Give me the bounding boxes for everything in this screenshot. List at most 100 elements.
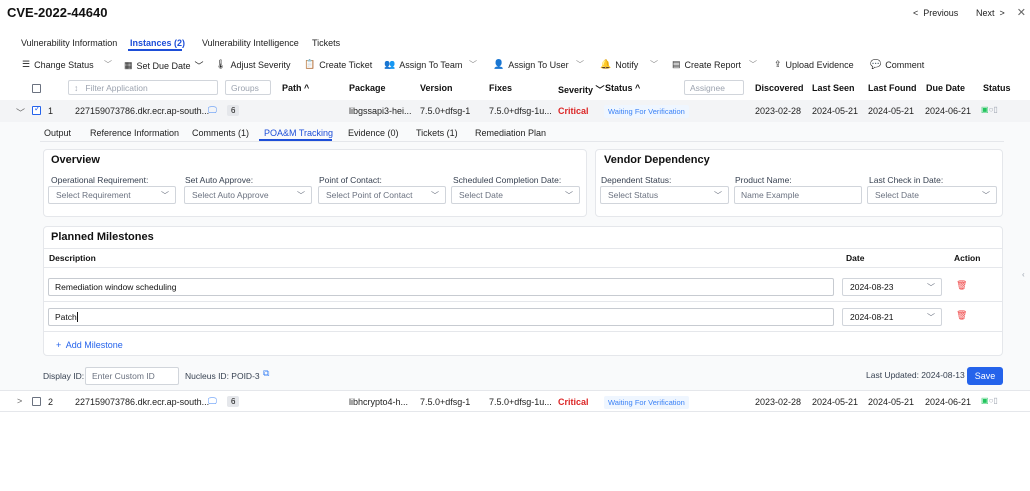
previous-button[interactable]: < Previous — [913, 8, 958, 18]
active-tab-indicator — [128, 49, 182, 51]
assign-user-button[interactable]: 👤 Assign To User — [493, 59, 569, 70]
chevron-down-icon[interactable]: ﹀ — [469, 59, 477, 70]
close-icon[interactable]: ✕ — [1017, 6, 1026, 19]
assignee-filter-input[interactable]: Assignee — [684, 80, 744, 95]
subtab-divider — [40, 141, 1004, 142]
row-due-date: 2024-06-21 — [925, 397, 972, 407]
completion-date-label: Scheduled Completion Date: — [453, 175, 562, 185]
filter-application-input[interactable]: ↕ Filter Application — [68, 80, 218, 95]
package-header[interactable]: Package — [349, 83, 386, 93]
trash-icon[interactable]: 🗑 — [956, 310, 967, 321]
chevron-down-icon[interactable]: ﹀ — [650, 59, 658, 70]
groups-filter-input[interactable]: Groups — [225, 80, 271, 95]
tab-instances[interactable]: Instances (2) — [130, 38, 185, 48]
milestone-date-select[interactable]: 2024-08-23 ﹀ — [842, 278, 942, 296]
severity-header[interactable]: Severity ﹀ — [558, 83, 605, 96]
milestone-row-divider — [44, 331, 1002, 332]
collapse-chevron-icon[interactable]: ﹀ — [16, 106, 25, 119]
subtab-output[interactable]: Output — [44, 128, 71, 138]
row-due-date: 2024-06-21 — [925, 106, 972, 116]
comment-button[interactable]: 💬 Comment — [870, 59, 924, 70]
status-indicator-icons[interactable]: ▣○▯ — [981, 396, 998, 405]
save-button[interactable]: Save — [967, 367, 1003, 385]
tab-vulnerability-intelligence[interactable]: Vulnerability Intelligence — [202, 38, 299, 48]
row-checkbox[interactable]: ✓ — [32, 104, 41, 115]
completion-date-select[interactable]: Select Date ﹀ — [451, 186, 580, 204]
auto-approve-select[interactable]: Select Auto Approve ﹀ — [184, 186, 312, 204]
row-fixes: 7.5.0+dfsg-1u... — [489, 397, 552, 407]
product-name-input[interactable]: Name Example — [734, 186, 862, 204]
create-report-button[interactable]: ▤ Create Report — [672, 59, 741, 70]
milestone-date-select[interactable]: 2024-08-21 ﹀ — [842, 308, 942, 326]
product-name-label: Product Name: — [735, 175, 792, 185]
sort-icon: ↕ — [74, 83, 79, 93]
operational-requirement-select[interactable]: Select Requirement ﹀ — [48, 186, 176, 204]
severity-critical: Critical — [558, 106, 589, 116]
subtab-reference-information[interactable]: Reference Information — [90, 128, 179, 138]
status-icons-header[interactable]: Status — [983, 83, 1011, 93]
subtab-poam-tracking[interactable]: POA&M Tracking — [264, 128, 333, 138]
milestones-header-divider — [44, 267, 1002, 268]
copy-icon[interactable]: ⧉ — [263, 368, 269, 379]
last-updated: Last Updated: 2024-08-13 — [866, 370, 965, 380]
row-index: 2 — [48, 397, 54, 407]
milestone-description-input[interactable]: Remediation window scheduling — [48, 278, 834, 296]
upload-evidence-button[interactable]: ⇪ Upload Evidence — [774, 59, 854, 70]
subtab-remediation-plan[interactable]: Remediation Plan — [475, 128, 546, 138]
next-button[interactable]: Next > — [976, 8, 1005, 18]
milestone-row-divider — [44, 301, 1002, 302]
subtab-evidence[interactable]: Evidence (0) — [348, 128, 399, 138]
tab-vulnerability-information[interactable]: Vulnerability Information — [21, 38, 117, 48]
select-all-checkbox[interactable] — [32, 84, 41, 93]
path-header[interactable]: Path ^ — [282, 83, 309, 93]
discovered-header[interactable]: Discovered — [755, 83, 804, 93]
text-cursor — [76, 312, 78, 322]
row-application[interactable]: 227159073786.dkr.ecr.ap-south... — [75, 106, 209, 116]
add-milestone-button[interactable]: + Add Milestone — [56, 340, 123, 350]
version-header[interactable]: Version — [420, 83, 453, 93]
chevron-down-icon: ﹀ — [431, 191, 439, 200]
chevron-down-icon: ﹀ — [982, 191, 990, 200]
groups-count[interactable]: 6 — [227, 105, 240, 116]
row-version: 7.5.0+dfsg-1 — [420, 106, 471, 116]
row-checkbox[interactable] — [32, 397, 41, 406]
trash-icon[interactable]: 🗑 — [956, 280, 967, 291]
set-due-date-button[interactable]: ▦ Set Due Date ﹀ — [124, 59, 204, 72]
chevron-down-icon: ﹀ — [595, 85, 605, 95]
milestone-description-input[interactable]: Patch — [48, 308, 834, 326]
subtab-comments[interactable]: Comments (1) — [192, 128, 249, 138]
chevron-down-icon[interactable]: ﹀ — [104, 59, 112, 70]
chevron-down-icon: ﹀ — [194, 61, 204, 71]
chevron-down-icon[interactable]: ﹀ — [749, 59, 757, 70]
dependent-status-select[interactable]: Select Status ﹀ — [600, 186, 729, 204]
row-application[interactable]: 227159073786.dkr.ecr.ap-south... — [75, 397, 209, 407]
subtab-tickets[interactable]: Tickets (1) — [416, 128, 458, 138]
chevron-left-icon: < — [913, 8, 919, 18]
chevron-right-icon: > — [999, 8, 1005, 18]
status-indicator-icons[interactable]: ▣○▯ — [981, 105, 998, 114]
due-date-header[interactable]: Due Date — [926, 83, 965, 93]
row-package: libgssapi3-hei... — [349, 106, 412, 116]
status-badge[interactable]: Waiting For Verification — [604, 396, 689, 409]
last-found-header[interactable]: Last Found — [868, 83, 917, 93]
change-status-button[interactable]: ☰ Change Status — [22, 59, 94, 70]
row-last-seen: 2024-05-21 — [812, 397, 859, 407]
display-id-input[interactable]: Enter Custom ID — [85, 367, 179, 385]
last-seen-header[interactable]: Last Seen — [812, 83, 855, 93]
last-check-date-select[interactable]: Select Date ﹀ — [867, 186, 997, 204]
side-panel-handle-icon[interactable]: ‹ — [1022, 270, 1025, 279]
list-icon: ☰ — [22, 59, 31, 69]
create-ticket-button[interactable]: 📋 Create Ticket — [304, 59, 372, 70]
groups-count[interactable]: 6 — [227, 396, 240, 407]
assign-team-button[interactable]: 👥 Assign To Team — [384, 59, 462, 70]
tab-tickets[interactable]: Tickets — [312, 38, 340, 48]
expand-chevron-icon[interactable]: > — [17, 396, 22, 406]
point-of-contact-select[interactable]: Select Point of Contact ﹀ — [318, 186, 446, 204]
adjust-severity-button[interactable]: 🌡 Adjust Severity — [215, 59, 290, 70]
status-header[interactable]: Status ^ — [605, 83, 640, 93]
notify-button[interactable]: 🔔 Notify — [600, 59, 638, 70]
sort-asc-icon: ^ — [635, 83, 641, 93]
fixes-header[interactable]: Fixes — [489, 83, 512, 93]
chevron-down-icon[interactable]: ﹀ — [576, 59, 584, 70]
status-badge[interactable]: Waiting For Verification — [604, 105, 689, 118]
